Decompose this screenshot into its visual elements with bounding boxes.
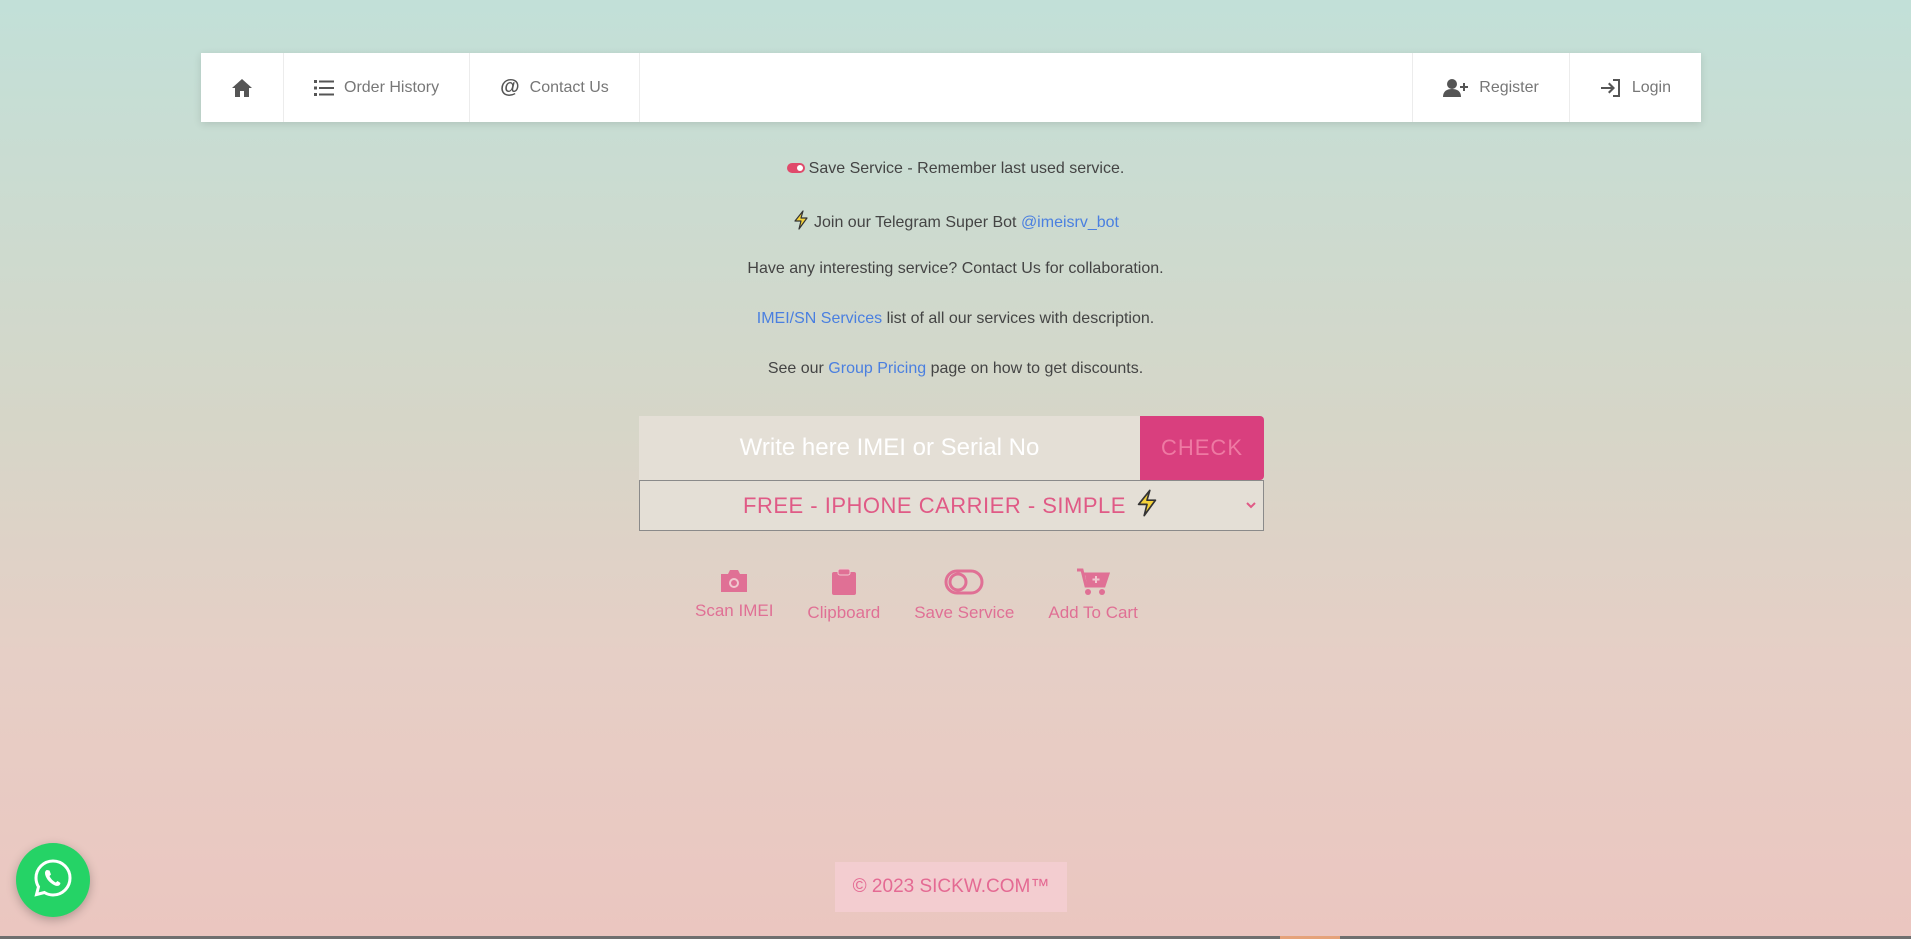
nav-order-history-label: Order History	[344, 78, 440, 96]
check-button[interactable]: CHECK	[1140, 416, 1264, 480]
nav-register-label: Register	[1479, 78, 1539, 96]
footer-copyright: © 2023 SICKW.COM™	[835, 862, 1067, 912]
info-services-text: list of all our services with descriptio…	[882, 310, 1155, 327]
search-row: CHECK	[639, 416, 1264, 480]
bolt-icon	[1134, 489, 1160, 522]
save-service-button[interactable]: Save Service	[914, 568, 1014, 623]
nav-login[interactable]: Login	[1570, 53, 1701, 122]
clipboard-label: Clipboard	[807, 603, 881, 622]
scan-imei-button[interactable]: Scan IMEI	[695, 568, 773, 623]
sign-in-icon	[1600, 78, 1622, 98]
cart-plus-icon	[1076, 568, 1111, 601]
add-to-cart-button[interactable]: Add To Cart	[1048, 568, 1138, 623]
copyright-text: © 2023 SICKW.COM™	[852, 876, 1050, 897]
whatsapp-button[interactable]	[16, 843, 90, 917]
camera-icon	[719, 568, 749, 599]
user-plus-icon	[1443, 78, 1469, 98]
info-collaboration-text: Have any interesting service? Contact Us…	[747, 260, 1164, 277]
whatsapp-icon	[32, 857, 74, 904]
info-telegram-text: Join our Telegram Super Bot	[814, 214, 1021, 231]
top-navbar: Order History @ Contact Us Register Logi…	[201, 53, 1701, 122]
chevron-down-icon	[1245, 498, 1257, 516]
toggle-icon	[944, 568, 984, 601]
nav-home[interactable]	[201, 53, 284, 122]
nav-register[interactable]: Register	[1412, 53, 1570, 122]
at-icon: @	[500, 76, 520, 98]
info-collaboration: Have any interesting service? Contact Us…	[0, 260, 1911, 278]
telegram-bot-link[interactable]: @imeisrv_bot	[1021, 214, 1119, 231]
nav-contact-us-label: Contact Us	[529, 78, 609, 96]
bolt-icon	[792, 210, 810, 235]
info-save-service-text: Save Service - Remember last used servic…	[808, 160, 1125, 177]
nav-order-history[interactable]: Order History	[284, 53, 471, 122]
info-services: IMEI/SN Services list of all our service…	[0, 310, 1911, 328]
clipboard-button[interactable]: Clipboard	[807, 568, 880, 623]
save-service-label: Save Service	[914, 603, 1015, 622]
imei-input[interactable]	[639, 416, 1140, 480]
nav-contact-us[interactable]: @ Contact Us	[470, 53, 640, 122]
info-pricing: See our Group Pricing page on how to get…	[0, 360, 1911, 378]
info-save-service: Save Service - Remember last used servic…	[0, 160, 1911, 178]
service-select-value: FREE - IPHONE CARRIER - SIMPLE	[743, 492, 1126, 518]
info-pricing-prefix: See our	[767, 360, 829, 377]
info-pricing-suffix: page on how to get discounts.	[926, 360, 1144, 377]
clipboard-icon	[831, 568, 857, 601]
nav-login-label: Login	[1631, 78, 1671, 96]
services-link[interactable]: IMEI/SN Services	[757, 310, 882, 327]
action-buttons: Scan IMEI Clipboard Save Service Add To …	[695, 568, 1138, 623]
home-icon	[231, 78, 253, 98]
add-to-cart-label: Add To Cart	[1048, 603, 1138, 622]
list-icon	[314, 79, 334, 97]
service-select[interactable]: FREE - IPHONE CARRIER - SIMPLE	[639, 480, 1264, 531]
scan-imei-label: Scan IMEI	[695, 601, 774, 620]
toggle-icon	[786, 163, 805, 173]
group-pricing-link[interactable]: Group Pricing	[828, 360, 926, 377]
info-telegram: Join our Telegram Super Bot @imeisrv_bot	[0, 210, 1911, 235]
